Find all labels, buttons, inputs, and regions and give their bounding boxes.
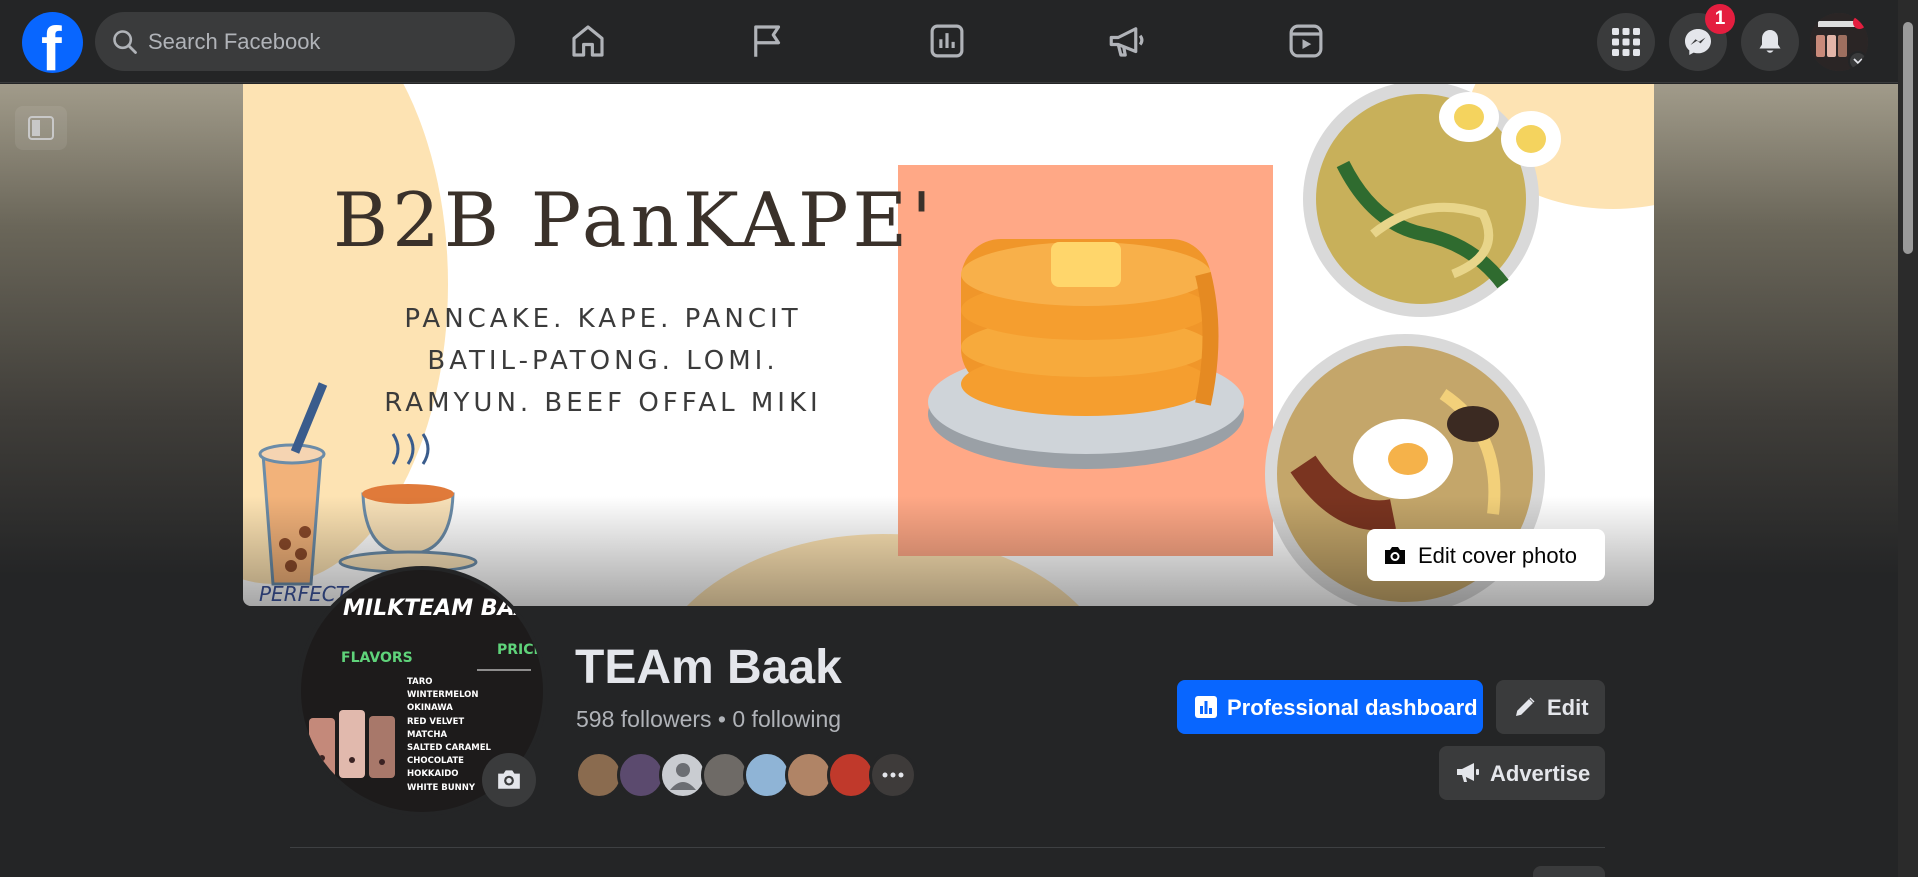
- flavor-item: WINTERMELON: [407, 690, 479, 701]
- notifications-button[interactable]: [1741, 13, 1799, 71]
- search-bar[interactable]: Search Facebook: [95, 12, 515, 71]
- flavor-item: OKINAWA: [407, 703, 453, 714]
- facebook-logo-letter: f: [41, 15, 62, 74]
- professional-dashboard-button[interactable]: Professional dashboard: [1177, 680, 1483, 734]
- edit-cover-photo-button[interactable]: Edit cover photo: [1367, 529, 1605, 581]
- more-followers-avatar[interactable]: [869, 751, 917, 799]
- account-avatar[interactable]: [1810, 13, 1868, 71]
- dashboard-icon: [1195, 696, 1217, 718]
- followers-count-link[interactable]: 598 followers: [576, 706, 712, 732]
- flavor-item: MATCHA: [407, 729, 448, 740]
- notifications-icon: [1759, 30, 1781, 53]
- account-menu-toggle[interactable]: [1848, 51, 1868, 71]
- flag-icon[interactable]: [747, 20, 789, 62]
- megaphone-icon: [1457, 763, 1479, 782]
- cover-title: B2B PanKAPE': [333, 176, 936, 264]
- sidebar-toggle-icon: [28, 116, 54, 140]
- cover-photo[interactable]: B2B PanKAPE' PANCAKE. KAPE. PANCIT BATIL…: [243, 84, 1654, 606]
- insights-icon[interactable]: [926, 20, 968, 62]
- facebook-logo[interactable]: f: [22, 12, 83, 73]
- search-placeholder: Search Facebook: [148, 29, 321, 54]
- advertise-label: Advertise: [1490, 761, 1591, 786]
- sidebar-toggle-button[interactable]: [15, 106, 67, 150]
- pencil-icon: [1516, 697, 1535, 716]
- search-icon: [113, 30, 137, 54]
- page-scrollbar[interactable]: [1898, 0, 1918, 877]
- follower-avatar[interactable]: [617, 751, 665, 799]
- cover-line-2: BATIL-PATONG. LOMI.: [427, 346, 779, 376]
- follower-avatar[interactable]: [743, 751, 791, 799]
- follower-avatar[interactable]: [785, 751, 833, 799]
- follow-stats: 598 followers • 0 following: [576, 706, 841, 733]
- flavor-item: CHOCOLATE: [407, 756, 464, 767]
- camera-icon: [1385, 547, 1405, 564]
- follower-avatar[interactable]: [827, 751, 875, 799]
- edit-cover-photo-label: Edit cover photo: [1418, 543, 1577, 568]
- profile-picture-price-heading: PRICE: [497, 642, 543, 658]
- page-title: TEAm Baak: [575, 641, 842, 694]
- flavor-item: HOKKAIDO: [407, 769, 459, 780]
- default-user-icon: [670, 763, 696, 790]
- advertise-button[interactable]: Advertise: [1439, 746, 1605, 800]
- profile-picture-title: MILKTEAM BAAK: [343, 596, 543, 621]
- follower-avatar[interactable]: [575, 751, 623, 799]
- top-navigation-bar: f Search Facebook 1: [0, 0, 1898, 83]
- following-count-link[interactable]: 0 following: [732, 706, 841, 732]
- flavor-item: SALTED CARAMEL: [407, 743, 491, 754]
- follow-separator: •: [711, 706, 733, 732]
- chevron-down-icon: [1853, 58, 1863, 65]
- cover-line-1: PANCAKE. KAPE. PANCIT: [404, 304, 802, 334]
- edit-label: Edit: [1547, 695, 1589, 720]
- home-icon[interactable]: [567, 20, 609, 62]
- profile-picture-flavors-heading: FLAVORS: [341, 650, 413, 666]
- follower-avatar[interactable]: [701, 751, 749, 799]
- flavor-item: TARO: [407, 677, 433, 687]
- follower-avatar[interactable]: [659, 751, 707, 799]
- cover-line-3: RAMYUN. BEEF OFFAL MIKI: [384, 388, 822, 418]
- profile-picture-flavor-list: TARO WINTERMELON OKINAWA RED VELVET MATC…: [407, 676, 491, 795]
- flavor-item: WHITE BUNNY: [407, 782, 475, 793]
- video-icon[interactable]: [1285, 20, 1327, 62]
- messenger-badge: 1: [1705, 4, 1735, 34]
- scrollbar-thumb[interactable]: [1903, 22, 1913, 254]
- more-options-button[interactable]: [1533, 866, 1605, 877]
- flavor-item: RED VELVET: [407, 716, 465, 727]
- menu-button[interactable]: [1597, 13, 1655, 71]
- messenger-icon: [1685, 29, 1711, 55]
- profile-divider: [290, 847, 1605, 848]
- megaphone-icon[interactable]: [1106, 20, 1148, 62]
- menu-grid-icon: [1612, 28, 1640, 56]
- camera-icon: [498, 770, 520, 789]
- edit-button[interactable]: Edit: [1496, 680, 1605, 734]
- update-profile-picture-button[interactable]: [482, 753, 536, 807]
- more-icon: [882, 772, 904, 778]
- professional-dashboard-label: Professional dashboard: [1227, 695, 1478, 720]
- account-status-dot: [1853, 16, 1866, 29]
